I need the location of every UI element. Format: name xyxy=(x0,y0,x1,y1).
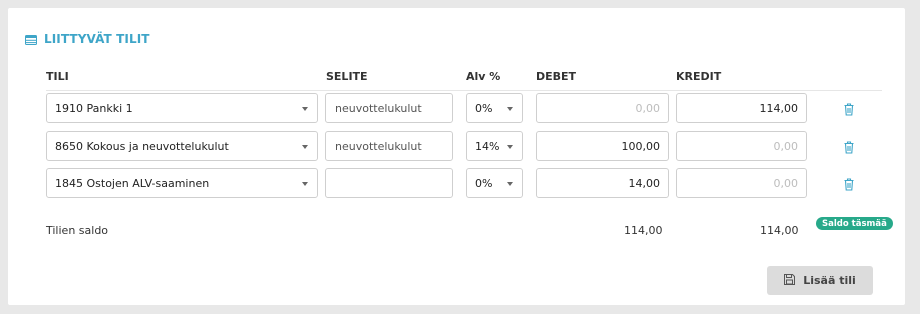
debit-value: 100,00 xyxy=(621,139,661,153)
add-account-button[interactable]: Lisää tili xyxy=(767,266,873,295)
chevron-down-icon xyxy=(302,145,308,149)
credit-input[interactable]: 114,00 xyxy=(676,93,807,123)
description-input[interactable] xyxy=(325,168,453,198)
chevron-down-icon xyxy=(302,182,308,186)
header-divider xyxy=(46,90,882,91)
account-select[interactable]: 8650 Kokous ja neuvottelukulut xyxy=(46,131,318,161)
vat-select-value: 14% xyxy=(475,139,500,153)
account-select[interactable]: 1845 Ostojen ALV-saaminen xyxy=(46,168,318,198)
credit-value: 0,00 xyxy=(773,176,799,190)
column-header-account: TILI xyxy=(46,70,69,83)
description-input[interactable]: neuvottelukulut xyxy=(325,93,453,123)
debit-input[interactable]: 0,00 xyxy=(536,93,669,123)
totals-credit: 114,00 xyxy=(760,224,799,237)
trash-icon[interactable] xyxy=(842,139,856,155)
trash-icon[interactable] xyxy=(842,176,856,192)
section-header: LIITTYVÄT TILIT xyxy=(25,30,150,48)
credit-input[interactable]: 0,00 xyxy=(676,168,807,198)
debit-value: 14,00 xyxy=(628,176,661,190)
account-select[interactable]: 1910 Pankki 1 xyxy=(46,93,318,123)
trash-icon[interactable] xyxy=(842,101,856,117)
chevron-down-icon xyxy=(507,107,513,111)
credit-value: 0,00 xyxy=(773,139,799,153)
column-header-credit: KREDIT xyxy=(676,70,722,83)
related-accounts-card: LIITTYVÄT TILIT TILI SELITE Alv % DEBET … xyxy=(8,8,905,305)
column-header-debit: DEBET xyxy=(536,70,577,83)
table-list-icon xyxy=(25,30,37,49)
chevron-down-icon xyxy=(507,145,513,149)
chevron-down-icon xyxy=(302,107,308,111)
debit-value: 0,00 xyxy=(635,101,661,115)
balance-status-badge: Saldo täsmää xyxy=(816,217,893,230)
description-placeholder: neuvottelukulut xyxy=(335,139,422,153)
chevron-down-icon xyxy=(507,182,513,186)
vat-select[interactable]: 0% xyxy=(466,93,523,123)
column-header-description: SELITE xyxy=(326,70,368,83)
add-account-label: Lisää tili xyxy=(803,274,856,287)
credit-value: 114,00 xyxy=(759,101,799,115)
vat-select-value: 0% xyxy=(475,101,493,115)
vat-select[interactable]: 0% xyxy=(466,168,523,198)
account-select-value: 1845 Ostojen ALV-saaminen xyxy=(55,176,210,190)
debit-input[interactable]: 100,00 xyxy=(536,131,669,161)
description-placeholder: neuvottelukulut xyxy=(335,101,422,115)
credit-input[interactable]: 0,00 xyxy=(676,131,807,161)
debit-input[interactable]: 14,00 xyxy=(536,168,669,198)
vat-select[interactable]: 14% xyxy=(466,131,523,161)
totals-label: Tilien saldo xyxy=(46,224,109,237)
floppy-disk-icon xyxy=(784,273,796,288)
column-header-vat: Alv % xyxy=(466,70,501,83)
description-input[interactable]: neuvottelukulut xyxy=(325,131,453,161)
section-title: LIITTYVÄT TILIT xyxy=(44,32,150,46)
account-select-value: 8650 Kokous ja neuvottelukulut xyxy=(55,139,229,153)
totals-debit: 114,00 xyxy=(624,224,663,237)
account-select-value: 1910 Pankki 1 xyxy=(55,101,133,115)
vat-select-value: 0% xyxy=(475,176,493,190)
